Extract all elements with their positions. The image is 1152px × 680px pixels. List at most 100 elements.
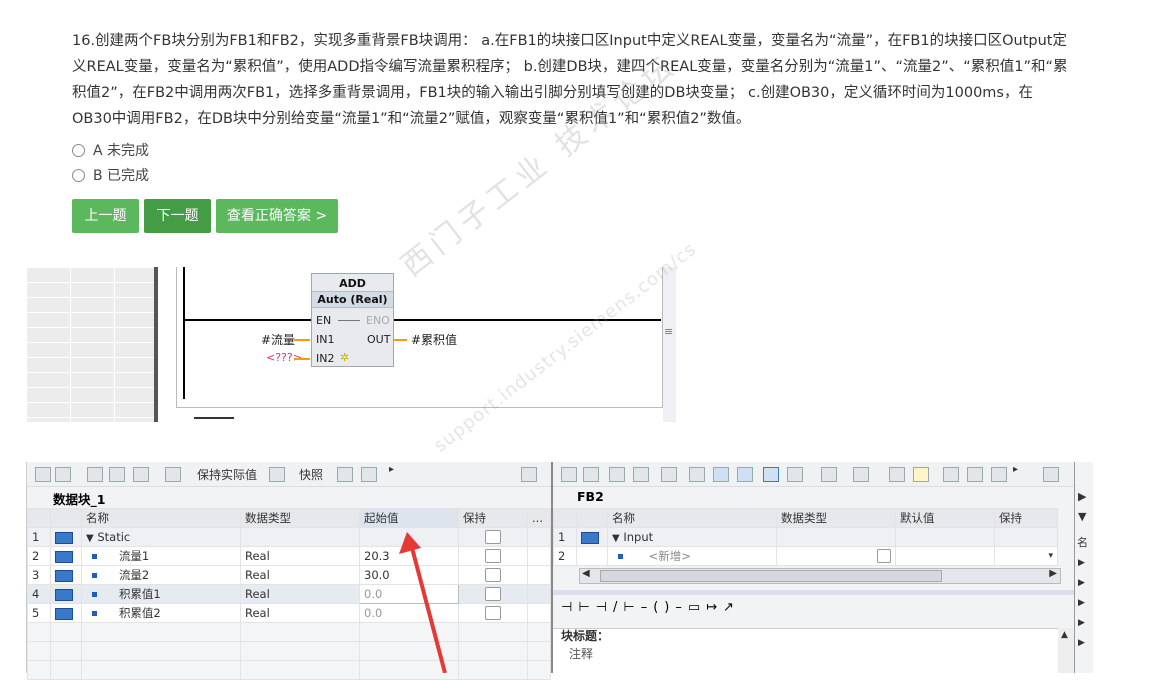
network2-icon[interactable] [583,467,599,482]
download-icon[interactable] [991,467,1007,482]
branch-open-icon[interactable]: ↦ [706,600,723,615]
nc-contact-icon[interactable]: ⊣/⊢ [596,600,641,615]
show-answer-button[interactable]: 查看正确答案 > [216,199,338,233]
table-row[interactable]: 5 积累值2 Real 0.0 [27,603,551,623]
rung-wire-right [393,319,661,321]
coil-icon[interactable]: –()– [641,600,688,615]
empty-box-icon[interactable]: ▭ [688,600,706,615]
ladder-side-scroll[interactable]: ≡ [663,267,676,422]
in1-variable[interactable]: #流量 [261,331,295,348]
col-start[interactable]: 起始值 [359,508,459,528]
collapse-arrow-icon[interactable]: ▼ [612,533,620,544]
prev-button[interactable]: 上一题 [72,199,139,233]
scroll-up-icon[interactable]: ▲ [1061,630,1068,640]
collapse-arrow-icon[interactable]: ▼ [86,533,94,544]
ladder-instruction-toolbar: ⊣⊢⊣/⊢–()–▭↦↗ [561,600,740,615]
row-number: 1 [27,527,51,547]
move-icon[interactable] [821,467,837,482]
table-row[interactable]: 2 <新增> ▾ [553,546,1058,566]
comment-label[interactable]: 注释 [569,645,593,662]
side-arrow-icon[interactable]: ▶ [1078,638,1085,648]
monitor-icon[interactable] [165,467,181,482]
col-name[interactable]: 名称 [81,508,241,528]
option-b[interactable]: B 已完成 [72,165,149,185]
col-retain[interactable]: 保持 [458,508,528,528]
retain-checkbox[interactable] [485,530,501,545]
dropdown-icon[interactable]: ▾ [994,546,1058,566]
bullet-icon [92,573,97,578]
snapshot-button[interactable]: 快照 [299,466,323,483]
retain-checkbox[interactable] [485,606,501,621]
comment-icon[interactable] [763,467,779,482]
table-row[interactable]: 2 流量1 Real 20.3 [27,546,551,566]
scroll-right-icon[interactable]: ▶ [1049,568,1057,579]
side-arrow-icon[interactable]: ▶ [1078,490,1086,503]
col-retain[interactable]: 保持 [994,508,1058,528]
list-icon[interactable] [133,467,149,482]
retain-checkbox[interactable] [485,587,501,602]
expand-icon[interactable] [87,467,103,482]
col-type[interactable]: 数据类型 [776,508,896,528]
type-picker-icon[interactable] [877,549,891,564]
load-values-icon[interactable] [361,467,377,482]
table-row[interactable]: 4 积累值1 Real 0.0 [27,584,551,604]
copy-values-icon[interactable] [337,467,353,482]
side-arrow-icon[interactable]: ▶ [1078,558,1085,568]
db-icon[interactable] [661,467,677,482]
table-row[interactable]: 3 流量2 Real 30.0 [27,565,551,585]
move-down-icon[interactable] [787,467,803,482]
window-icon[interactable] [713,467,729,482]
splitter-handle-icon[interactable]: ≡ [664,325,673,338]
radio-icon[interactable] [72,143,85,157]
retain-checkbox[interactable] [485,568,501,583]
monitor-off-icon[interactable] [943,467,959,482]
monitor-on-icon[interactable] [967,467,983,482]
scroll-left-icon[interactable]: ◀ [582,568,590,579]
table-row[interactable]: 1 ▼ Static [27,527,551,547]
next-button[interactable]: 下一题 [144,199,211,233]
vertical-scrollbar[interactable]: ▲ [1058,628,1074,673]
add-instruction-box[interactable]: ADD Auto (Real) EN ENO IN1 OUT IN2 ✲ [311,273,394,367]
branch-close-icon[interactable]: ↗ [723,600,740,615]
option-a[interactable]: A 未完成 [72,140,149,160]
col-name[interactable]: 名称 [607,508,777,528]
col-more[interactable]: ... [527,508,551,528]
database-icon[interactable] [269,467,285,482]
radio-icon[interactable] [72,168,85,182]
side-arrow-icon[interactable]: ▶ [1078,578,1085,588]
col-default[interactable]: 默认值 [895,508,995,528]
grid-icon[interactable] [889,467,905,482]
keep-actual-values-button[interactable]: 保持实际值 [197,466,257,483]
insert-row-icon[interactable] [35,467,51,482]
add-new-row[interactable]: <新增> [649,549,691,563]
col-type[interactable]: 数据类型 [240,508,360,528]
row-type: Real [240,546,360,566]
splitter[interactable] [553,590,1074,595]
add-row-icon[interactable] [55,467,71,482]
add-icon[interactable] [633,467,649,482]
more-arrow-icon[interactable]: ▸ [1013,464,1018,475]
out-variable[interactable]: #累积值 [411,331,457,348]
list-icon[interactable] [689,467,705,482]
retain-checkbox[interactable] [485,549,501,564]
no-contact-icon[interactable]: ⊣⊢ [561,600,596,615]
insert-icon[interactable] [609,467,625,482]
side-arrow-icon[interactable]: ▼ [1078,510,1086,523]
table-row[interactable]: 1 ▼ Input [553,527,1058,547]
sort-icon[interactable] [853,467,869,482]
more-arrow-icon[interactable]: ▸ [389,464,394,475]
scroll-thumb[interactable] [600,570,942,582]
network-icon[interactable] [561,467,577,482]
side-arrow-icon[interactable]: ▶ [1078,618,1085,628]
horizontal-scrollbar[interactable]: ◀ ▶ [579,568,1061,584]
side-arrow-icon[interactable]: ▶ [1078,598,1085,608]
panel-toggle-icon[interactable] [1043,467,1059,482]
block-comment-area[interactable]: 块标题： 注释 [553,628,1058,674]
add-type[interactable]: Auto (Real) [312,291,393,308]
add-input-star-icon[interactable]: ✲ [340,351,349,364]
panel-toggle-icon[interactable] [521,467,537,482]
split-icon[interactable] [737,467,753,482]
empty-row [27,641,551,661]
collapse-icon[interactable] [109,467,125,482]
favorite-icon[interactable] [913,467,929,482]
